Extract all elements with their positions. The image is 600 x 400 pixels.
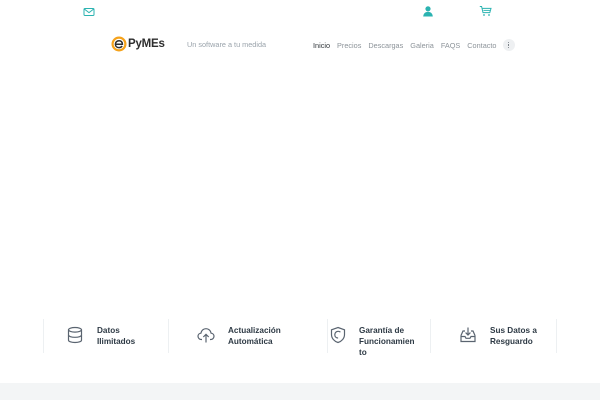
more-menu-button[interactable] — [502, 39, 515, 51]
feature-label: Sus Datos a Resguardo — [490, 326, 537, 346]
site-header: PyMEs Un software a tu medida Inicio Pre… — [0, 30, 600, 60]
cart-icon[interactable] — [479, 5, 492, 17]
footer-band — [0, 383, 600, 400]
nav-item-contacto[interactable]: Contacto — [467, 41, 496, 50]
top-bar — [0, 0, 600, 24]
feature-label: Datos Ilimitados — [97, 326, 136, 346]
mail-icon[interactable] — [83, 6, 95, 18]
logo-e-icon — [111, 36, 127, 52]
shield-icon — [330, 326, 346, 344]
feature-label: Garantía de Funcionamien to — [359, 326, 415, 357]
feature-datos-ilimitados: Datos Ilimitados — [43, 319, 168, 353]
vertical-dots-icon — [507, 41, 510, 49]
nav-item-precios[interactable]: Precios — [337, 41, 361, 50]
nav-item-galeria[interactable]: Galeria — [410, 41, 434, 50]
feature-label: Actualización Automática — [228, 326, 281, 346]
main-nav: Inicio Precios Descargas Galeria FAQS Co… — [313, 39, 515, 51]
features-strip: Datos Ilimitados Actualización Automática … — [43, 319, 557, 361]
nav-item-descargas[interactable]: Descargas — [368, 41, 403, 50]
logo-text: PyMEs — [128, 38, 165, 50]
tagline: Un software a tu medida — [187, 40, 267, 49]
inbox-download-icon — [460, 327, 476, 343]
user-icon[interactable] — [422, 5, 434, 17]
nav-item-faqs[interactable]: FAQS — [441, 41, 460, 50]
database-icon — [67, 326, 83, 344]
nav-item-inicio[interactable]: Inicio — [313, 41, 330, 50]
feature-garantia-funcionamiento: Garantía de Funcionamien to — [327, 319, 430, 357]
feature-datos-resguardo: Sus Datos a Resguardo — [430, 319, 557, 353]
cloud-upload-icon — [197, 328, 215, 343]
site-logo[interactable]: PyMEs — [111, 35, 165, 53]
feature-actualizacion-automatica: Actualización Automática — [168, 319, 327, 353]
